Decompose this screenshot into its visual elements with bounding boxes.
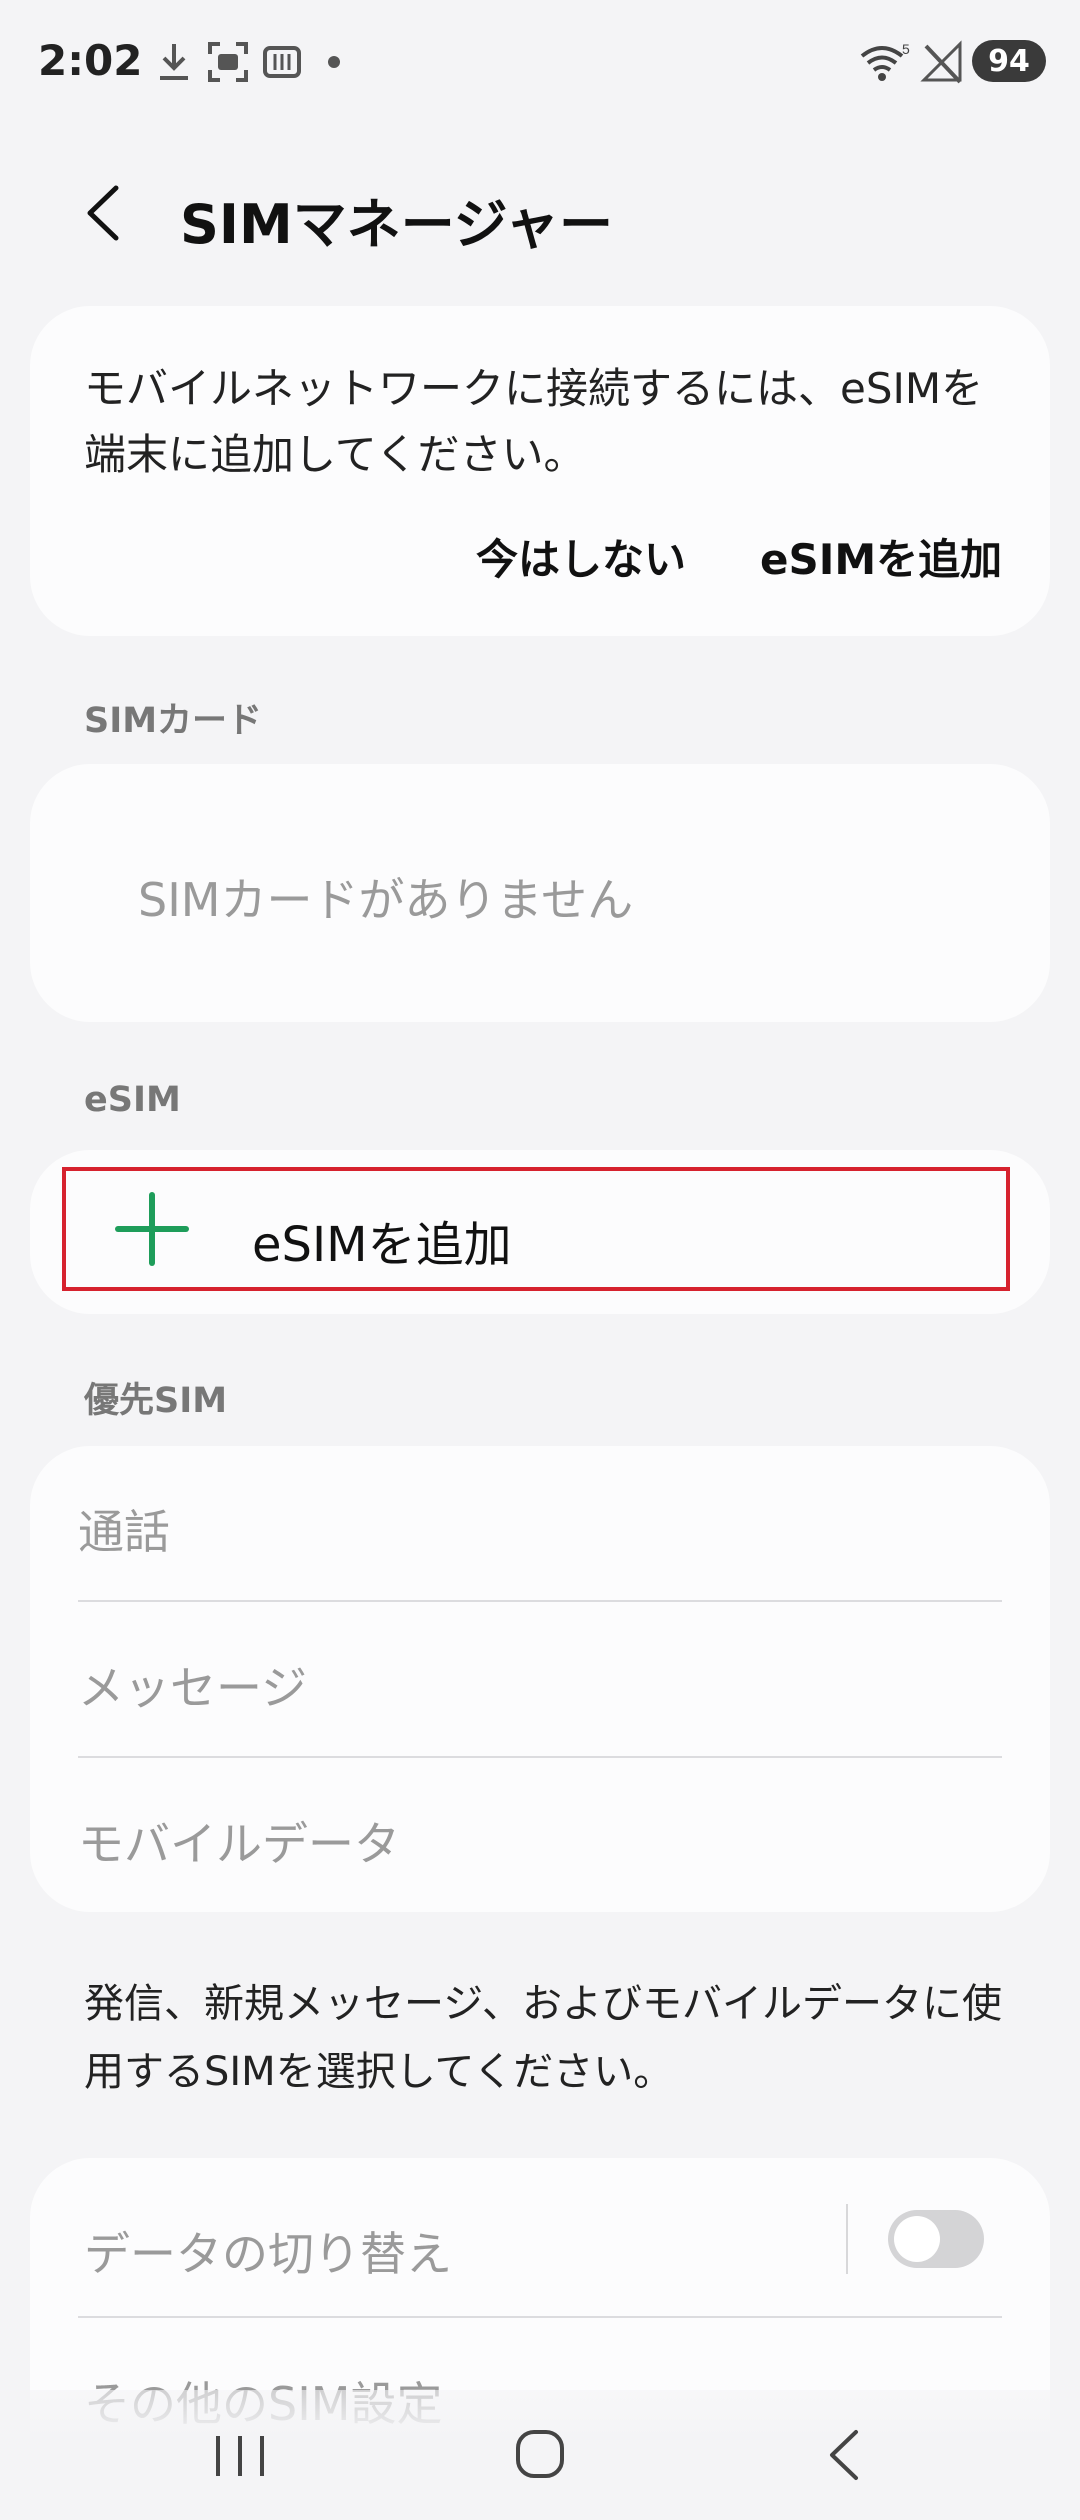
app-header: SIMマネージャー [0, 160, 1080, 270]
sim-card-section-label: SIMカード [84, 701, 263, 741]
status-time: 2:02 [38, 36, 143, 85]
data-switch-label: データの切り替え [84, 2227, 452, 2281]
home-icon[interactable] [500, 2420, 580, 2490]
sim-card-card: SIMカードがありません [30, 764, 1050, 1022]
preferred-sim-card: 通話 メッセージ モバイルデータ [30, 1446, 1050, 1912]
page-title: SIMマネージャー [180, 193, 613, 256]
no-signal-icon [920, 40, 962, 84]
esim-section-label: eSIM [84, 1080, 181, 1120]
preferred-sim-messages-row[interactable]: メッセージ [78, 1602, 1002, 1756]
svg-text:5: 5 [902, 41, 910, 57]
download-icon [160, 44, 188, 80]
dot-icon [328, 56, 340, 68]
recent-apps-icon[interactable] [200, 2420, 280, 2490]
navigation-bar [0, 2390, 1080, 2520]
preferred-sim-section-label: 優先SIM [84, 1381, 228, 1421]
media-icon [263, 46, 301, 78]
preferred-sim-footnote: 発信、新規メッセージ、およびモバイルデータに使用するSIMを選択してください。 [84, 1981, 1002, 2095]
screenshot-icon [208, 42, 248, 82]
toggle-knob [894, 2216, 940, 2262]
notice-text: モバイルネットワークに接続するには、eSIMを端末に追加してください。 [84, 364, 984, 479]
wifi-icon: 5 [860, 41, 910, 81]
no-sim-card-text: SIMカードがありません [138, 873, 634, 927]
add-esim-label: eSIMを追加 [252, 1217, 512, 1273]
esim-notice-card: モバイルネットワークに接続するには、eSIMを端末に追加してください。 今はしな… [30, 306, 1050, 636]
mobile-data-label: モバイルデータ [78, 1817, 400, 1871]
messages-label: メッセージ [78, 1661, 308, 1715]
status-bar: 2:02 5 94 [0, 0, 1080, 120]
preferred-sim-mobile-data-row[interactable]: モバイルデータ [78, 1758, 1002, 1912]
battery-icon: 94 [972, 40, 1046, 82]
add-esim-button[interactable]: eSIMを追加 [62, 1167, 1010, 1291]
preferred-sim-calls-row[interactable]: 通話 [78, 1446, 1002, 1600]
calls-label: 通話 [78, 1505, 170, 1559]
chevron-left-icon[interactable] [70, 178, 140, 248]
divider [846, 2204, 848, 2274]
not-now-button[interactable]: 今はしない [476, 526, 686, 587]
divider [78, 2316, 1002, 2318]
plus-icon [115, 1192, 189, 1266]
add-esim-notice-button[interactable]: eSIMを追加 [760, 526, 1002, 587]
data-switch-toggle[interactable] [888, 2210, 984, 2268]
back-icon[interactable] [804, 2420, 884, 2490]
